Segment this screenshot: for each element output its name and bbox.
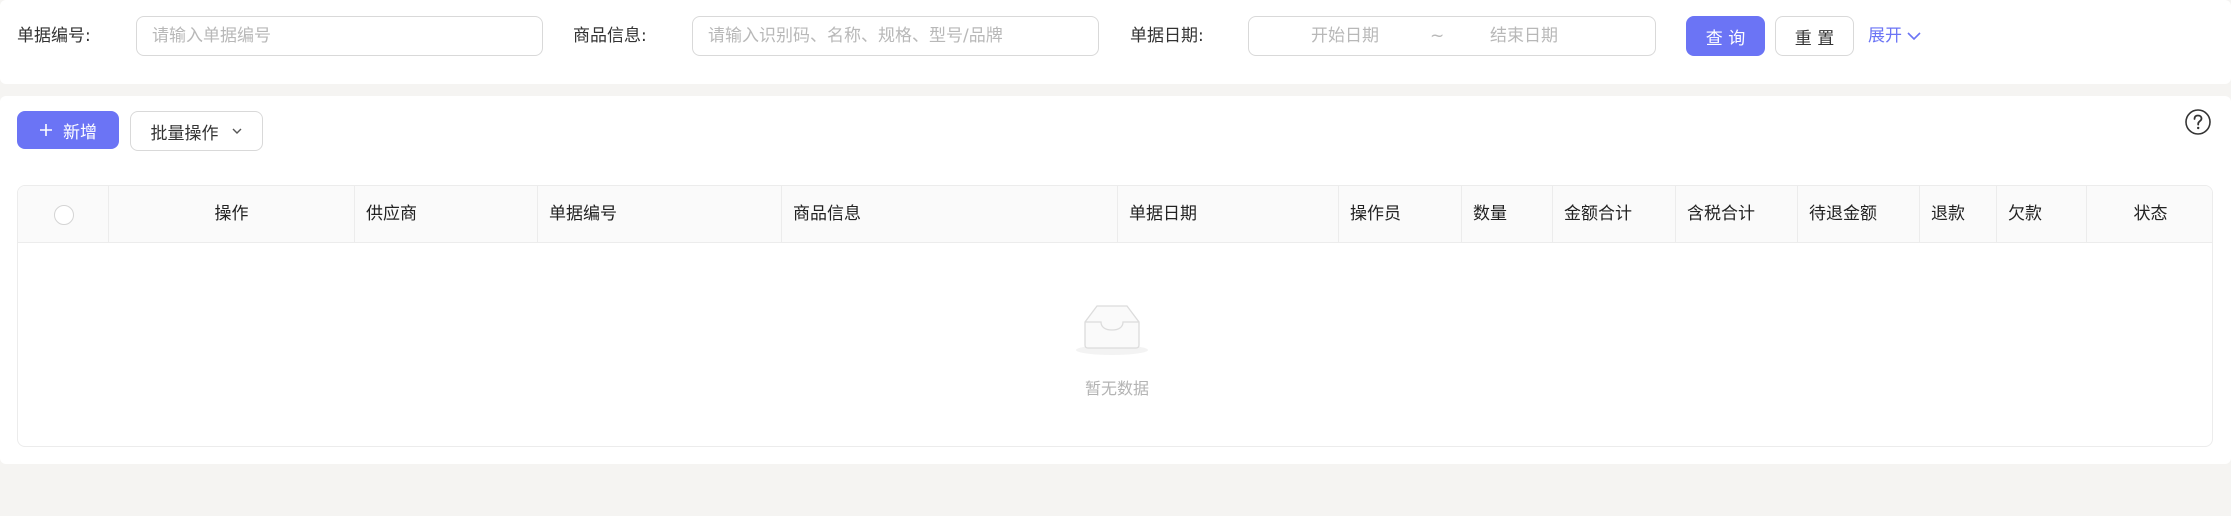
column-header: 含税合计: [1675, 186, 1797, 242]
column-header: 操作: [108, 186, 354, 242]
add-button[interactable]: 新增: [17, 111, 119, 149]
column-header: 状态: [2086, 186, 2212, 242]
column-header: 供应商: [354, 186, 537, 242]
column-header: 商品信息: [781, 186, 1117, 242]
batch-button-label: 批量操作: [150, 123, 219, 144]
inbox-icon: [1076, 305, 1148, 355]
expand-link[interactable]: 展开: [1868, 24, 1922, 48]
date-separator: ~: [1430, 26, 1445, 46]
date-range-picker[interactable]: 开始日期 ~ 结束日期: [1248, 16, 1656, 56]
question-circle-icon[interactable]: [2184, 108, 2212, 136]
column-header: 单据编号: [537, 186, 781, 242]
column-header: 操作员: [1338, 186, 1461, 242]
product-info-input[interactable]: 请输入识别码、名称、规格、型号/品牌: [692, 16, 1099, 56]
column-header: 待退金额: [1797, 186, 1919, 242]
doc-no-label: 单据编号:: [17, 26, 91, 46]
add-button-label: 新增: [63, 122, 97, 143]
end-date-input[interactable]: 结束日期: [1490, 17, 1558, 55]
plus-icon: [40, 124, 52, 136]
reset-button[interactable]: 重 置: [1775, 16, 1854, 56]
expand-link-label: 展开: [1868, 26, 1902, 46]
select-all-checkbox[interactable]: [54, 205, 74, 225]
column-header: 退款: [1919, 186, 1996, 242]
batch-operation-button[interactable]: 批量操作: [130, 111, 263, 151]
query-button[interactable]: 查 询: [1686, 16, 1765, 56]
doc-no-input[interactable]: 请输入单据编号: [136, 16, 543, 56]
chevron-down-icon: [232, 128, 241, 134]
empty-state-text: 暂无数据: [1084, 379, 1149, 398]
doc-date-label: 单据日期:: [1130, 26, 1204, 46]
column-header: 欠款: [1996, 186, 2086, 242]
start-date-input[interactable]: 开始日期: [1311, 17, 1379, 55]
select-all-cell: [18, 186, 108, 242]
main-panel: 新增 批量操作 操作 供应商 单据编号 商品信息 单据日期 操作员 数量 金额合…: [0, 96, 2231, 464]
column-header: 数量: [1461, 186, 1552, 242]
data-table: 操作 供应商 单据编号 商品信息 单据日期 操作员 数量 金额合计 含税合计 待…: [17, 185, 2213, 447]
column-header: 单据日期: [1117, 186, 1338, 242]
search-panel: 单据编号: 请输入单据编号 商品信息: 请输入识别码、名称、规格、型号/品牌 单…: [0, 0, 2231, 84]
empty-state: 暂无数据: [18, 243, 2212, 446]
chevron-down-icon: [1907, 32, 1921, 41]
product-info-label: 商品信息:: [573, 26, 647, 46]
column-header: 金额合计: [1552, 186, 1675, 242]
table-header: 操作 供应商 单据编号 商品信息 单据日期 操作员 数量 金额合计 含税合计 待…: [18, 186, 2212, 243]
